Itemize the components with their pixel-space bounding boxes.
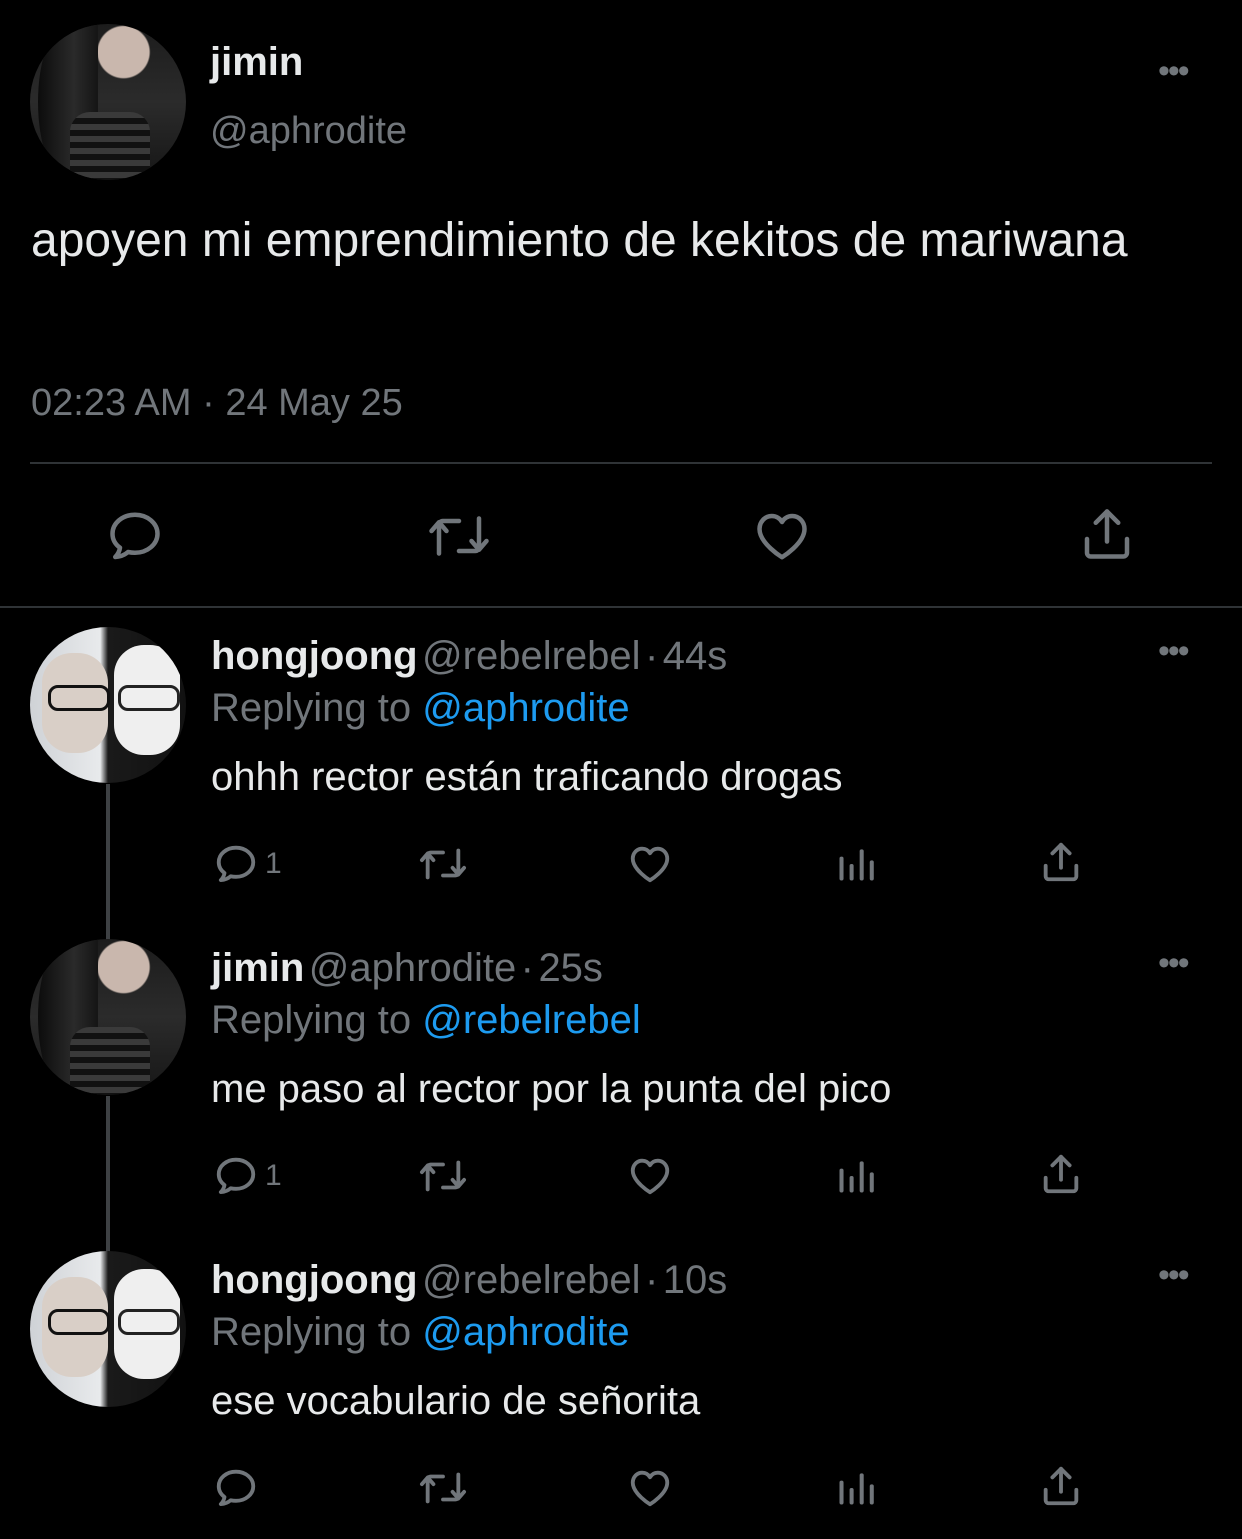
replying-to-label: Replying to — [211, 686, 412, 730]
more-options-icon[interactable]: ••• — [1158, 52, 1190, 91]
reply-icon — [216, 1469, 256, 1507]
separator: · — [645, 1258, 659, 1302]
retweet-icon[interactable] — [426, 506, 492, 571]
mention-link[interactable]: @rebelrebel — [422, 998, 641, 1042]
avatar[interactable] — [30, 939, 186, 1095]
share-icon[interactable] — [1038, 839, 1084, 890]
more-options-icon[interactable]: ••• — [1158, 632, 1190, 671]
reply-text: me paso al rector por la punta del pico — [211, 1067, 892, 1111]
views-icon[interactable] — [834, 1465, 878, 1516]
reply-icon[interactable] — [105, 506, 165, 571]
reply-header: hongjoong @rebelrebel · 44s — [211, 634, 727, 679]
divider — [30, 462, 1212, 464]
like-icon[interactable] — [626, 841, 674, 892]
like-icon[interactable] — [626, 1465, 674, 1516]
reply-icon — [216, 1157, 256, 1195]
more-options-icon[interactable]: ••• — [1158, 1256, 1190, 1295]
author-handle[interactable]: @rebelrebel — [422, 1258, 641, 1302]
reply-count: 1 — [265, 847, 282, 880]
reply-icon — [216, 845, 256, 883]
replying-to: Replying to @aphrodite — [211, 686, 630, 731]
thread-line — [106, 1096, 110, 1252]
reply-count: 1 — [265, 1159, 282, 1192]
thread-line — [106, 784, 110, 940]
author-name[interactable]: jimin — [211, 946, 304, 990]
like-icon[interactable] — [626, 1153, 674, 1204]
author-handle[interactable]: @rebelrebel — [422, 634, 641, 678]
author-name[interactable]: jimin — [210, 40, 303, 85]
reply-text: ohhh rector están traficando drogas — [211, 755, 843, 799]
retweet-icon[interactable] — [417, 1153, 469, 1204]
reply-time[interactable]: 25s — [538, 946, 603, 990]
reply-header: jimin @aphrodite · 25s — [211, 946, 603, 991]
replying-to: Replying to @aphrodite — [211, 1310, 630, 1355]
author-handle[interactable]: @aphrodite — [210, 110, 407, 153]
replying-to-label: Replying to — [211, 998, 412, 1042]
views-icon[interactable] — [834, 841, 878, 892]
separator: · — [520, 946, 534, 990]
retweet-icon[interactable] — [417, 841, 469, 892]
reply-text: ese vocabulario de señorita — [211, 1379, 701, 1423]
reply-time[interactable]: 10s — [663, 1258, 728, 1302]
share-icon[interactable] — [1077, 504, 1137, 569]
section-divider — [0, 606, 1242, 608]
avatar[interactable] — [30, 1251, 186, 1407]
like-icon[interactable] — [752, 506, 812, 571]
author-name[interactable]: hongjoong — [211, 634, 418, 678]
author-name[interactable]: hongjoong — [211, 1258, 418, 1302]
author-handle[interactable]: @aphrodite — [309, 946, 516, 990]
reply-button[interactable]: 1 — [213, 1153, 282, 1199]
more-options-icon[interactable]: ••• — [1158, 944, 1190, 983]
reply-button[interactable] — [213, 1465, 265, 1511]
views-icon[interactable] — [834, 1153, 878, 1204]
avatar[interactable] — [30, 627, 186, 783]
share-icon[interactable] — [1038, 1151, 1084, 1202]
reply-time[interactable]: 44s — [663, 634, 728, 678]
tweet-text: apoyen mi emprendimiento de kekitos de m… — [31, 214, 1128, 267]
share-icon[interactable] — [1038, 1463, 1084, 1514]
replying-to: Replying to @rebelrebel — [211, 998, 641, 1043]
separator: · — [645, 634, 659, 678]
replying-to-label: Replying to — [211, 1310, 412, 1354]
avatar[interactable] — [30, 24, 186, 180]
tweet-timestamp[interactable]: 02:23 AM · 24 May 25 — [31, 382, 403, 425]
reply-header: hongjoong @rebelrebel · 10s — [211, 1258, 727, 1303]
mention-link[interactable]: @aphrodite — [422, 686, 629, 730]
reply-button[interactable]: 1 — [213, 841, 282, 887]
mention-link[interactable]: @aphrodite — [422, 1310, 629, 1354]
retweet-icon[interactable] — [417, 1465, 469, 1516]
